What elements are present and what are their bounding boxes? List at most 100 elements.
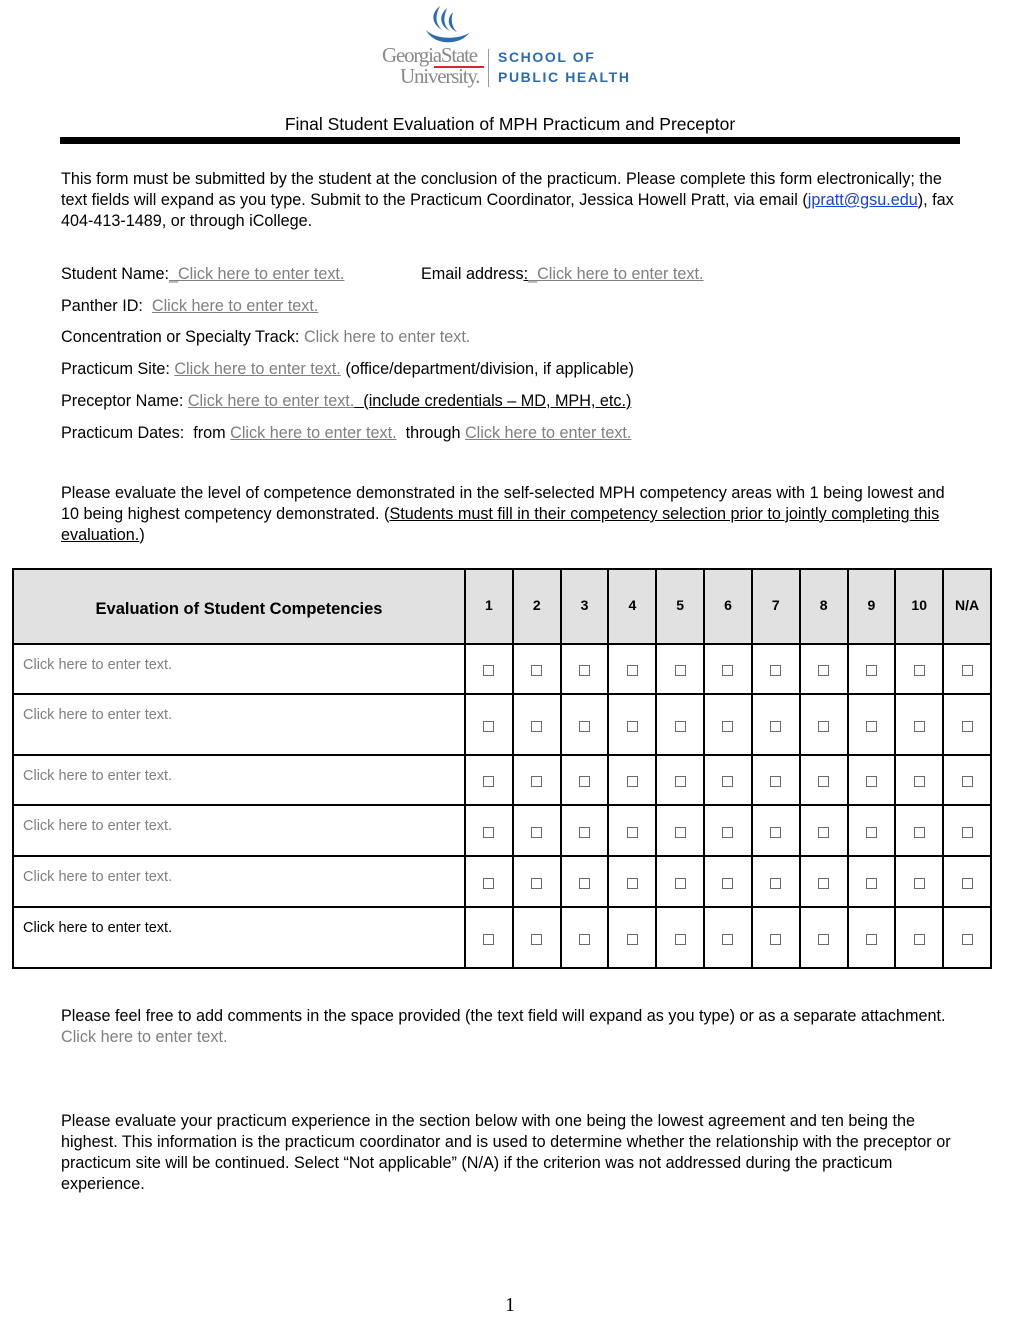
rating-checkbox[interactable] [818, 720, 830, 732]
rating-checkbox[interactable] [531, 877, 543, 889]
rating-checkbox[interactable] [961, 776, 973, 787]
concentration-field[interactable]: Click here to enter text. [304, 328, 470, 346]
rating-cell [703, 804, 753, 857]
rating-checkbox[interactable] [483, 665, 495, 676]
rating-checkbox[interactable] [961, 665, 973, 676]
rating-checkbox[interactable] [865, 776, 877, 787]
rating-checkbox[interactable] [722, 933, 734, 945]
email-link[interactable]: jpratt@gsu.edu [808, 191, 918, 209]
rating-checkbox[interactable] [818, 665, 830, 676]
rating-checkbox[interactable] [913, 665, 925, 676]
dates-through-field[interactable]: Click here to enter text. [465, 424, 631, 442]
rating-checkbox[interactable] [913, 776, 925, 787]
rating-checkbox[interactable] [579, 826, 591, 838]
rating-checkbox[interactable] [626, 826, 638, 838]
dates-from-field[interactable]: Click here to enter text. [230, 424, 396, 442]
rating-checkbox[interactable] [818, 877, 830, 889]
practicum-site-field[interactable]: Click here to enter text. [174, 360, 340, 378]
rating-cell [559, 906, 610, 969]
rating-checkbox[interactable] [913, 826, 925, 838]
rating-cell [655, 643, 706, 695]
rating-checkbox[interactable] [626, 720, 638, 732]
rating-checkbox[interactable] [770, 720, 782, 732]
competency-field[interactable]: Click here to enter text. [12, 906, 466, 969]
competency-field[interactable]: Click here to enter text. [12, 804, 466, 857]
rating-checkbox[interactable] [913, 933, 925, 945]
rating-checkbox[interactable] [674, 877, 686, 889]
rating-checkbox[interactable] [674, 826, 686, 838]
rating-checkbox[interactable] [531, 826, 543, 838]
rating-checkbox[interactable] [818, 933, 830, 945]
rating-checkbox[interactable] [818, 776, 830, 787]
rating-checkbox[interactable] [531, 665, 543, 676]
rating-checkbox[interactable] [865, 826, 877, 838]
rating-cell [942, 643, 992, 695]
competency-field[interactable]: Click here to enter text. [12, 754, 466, 806]
rating-cell [846, 693, 897, 756]
rating-checkbox[interactable] [961, 877, 973, 889]
rating-checkbox[interactable] [961, 826, 973, 838]
rating-checkbox[interactable] [674, 776, 686, 787]
rating-checkbox[interactable] [961, 933, 973, 945]
competency-field[interactable]: Click here to enter text. [12, 693, 466, 756]
rating-checkbox[interactable] [865, 933, 877, 945]
rating-checkbox[interactable] [722, 776, 734, 787]
rating-cell [798, 855, 849, 908]
rating-cell [607, 804, 658, 857]
rating-checkbox[interactable] [674, 933, 686, 945]
rating-column-header: 8 [798, 568, 849, 645]
dates-from-label: from [193, 424, 226, 442]
rating-checkbox[interactable] [626, 933, 638, 945]
rating-checkbox[interactable] [483, 933, 495, 945]
rating-checkbox[interactable] [722, 877, 734, 889]
email-field[interactable]: _Click here to enter text. [528, 265, 703, 283]
school-name-line1: SCHOOL OF [498, 49, 596, 65]
rating-cell [655, 906, 706, 969]
rating-checkbox[interactable] [770, 665, 782, 676]
preceptor-name-label: Preceptor Name: [61, 392, 184, 410]
rating-checkbox[interactable] [674, 665, 686, 676]
rating-checkbox[interactable] [579, 933, 591, 945]
rating-checkbox[interactable] [531, 933, 543, 945]
rating-checkbox[interactable] [483, 720, 495, 732]
rating-checkbox[interactable] [674, 720, 686, 732]
rating-checkbox[interactable] [770, 826, 782, 838]
rating-cell [894, 693, 945, 756]
dates-through-label: through [405, 424, 461, 442]
rating-cell [511, 643, 562, 695]
rating-checkbox[interactable] [722, 665, 734, 676]
rating-checkbox[interactable] [579, 720, 591, 732]
rating-checkbox[interactable] [770, 877, 782, 889]
rating-checkbox[interactable] [865, 877, 877, 889]
rating-checkbox[interactable] [818, 826, 830, 838]
comments-field[interactable]: Click here to enter text. [61, 1028, 227, 1046]
logo-divider [488, 49, 489, 87]
rating-checkbox[interactable] [913, 877, 925, 889]
rating-checkbox[interactable] [483, 877, 495, 889]
rating-checkbox[interactable] [579, 776, 591, 787]
rating-checkbox[interactable] [483, 826, 495, 838]
rating-checkbox[interactable] [722, 720, 734, 732]
rating-checkbox[interactable] [626, 877, 638, 889]
preceptor-name-field[interactable]: Click here to enter text. [188, 392, 354, 410]
rating-checkbox[interactable] [913, 720, 925, 732]
rating-checkbox[interactable] [531, 776, 543, 787]
rating-checkbox[interactable] [770, 776, 782, 787]
rating-checkbox[interactable] [579, 877, 591, 889]
rating-checkbox[interactable] [626, 665, 638, 676]
rating-checkbox[interactable] [579, 665, 591, 676]
rating-checkbox[interactable] [531, 720, 543, 732]
panther-id-field[interactable]: Click here to enter text. [152, 297, 318, 315]
rating-checkbox[interactable] [626, 776, 638, 787]
rating-checkbox[interactable] [865, 665, 877, 676]
rating-checkbox[interactable] [865, 720, 877, 732]
rating-checkbox[interactable] [770, 933, 782, 945]
competency-evaluation-table: Evaluation of Student Competencies 12345… [12, 568, 992, 969]
competency-field[interactable]: Click here to enter text. [12, 855, 466, 908]
student-name-field[interactable]: _Click here to enter text. [169, 265, 344, 283]
rating-checkbox[interactable] [483, 776, 495, 787]
rating-checkbox[interactable] [722, 826, 734, 838]
rating-column-header: 4 [607, 568, 658, 645]
competency-field[interactable]: Click here to enter text. [12, 643, 466, 695]
rating-checkbox[interactable] [961, 720, 973, 732]
